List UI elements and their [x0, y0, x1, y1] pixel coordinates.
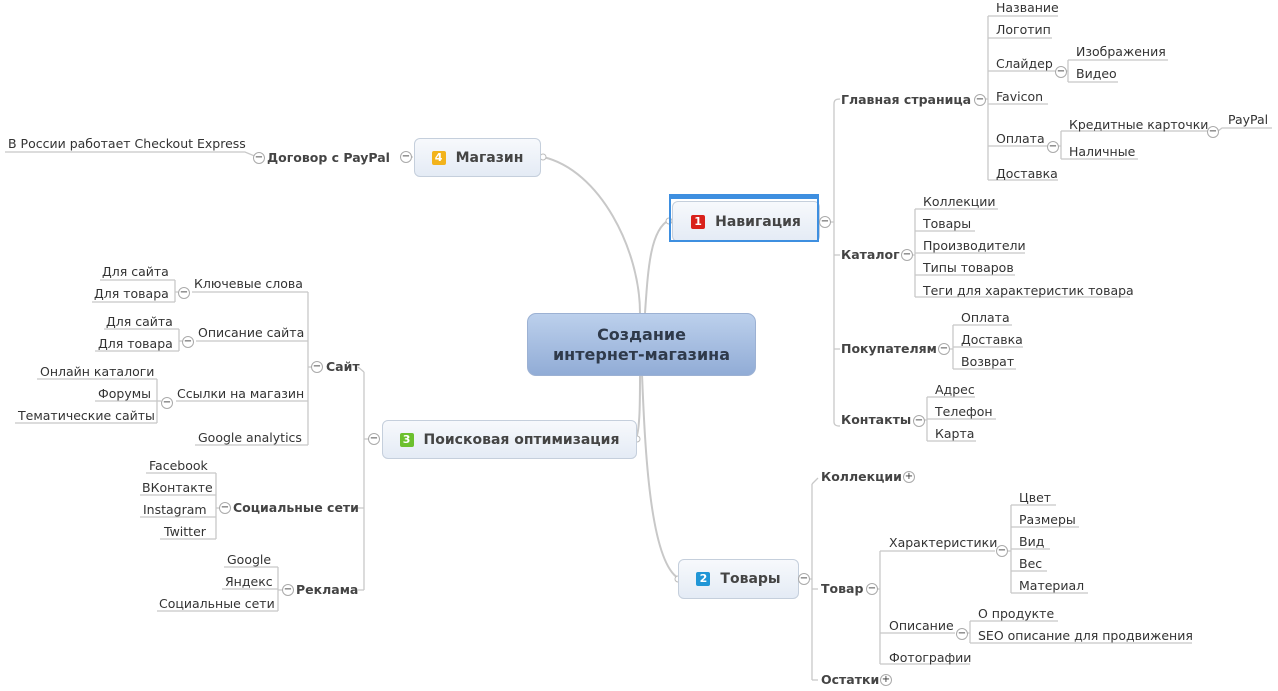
collapse-keywords-toggle[interactable]: − — [178, 287, 190, 299]
node-name[interactable]: Название — [996, 0, 1059, 16]
node-delivery[interactable]: Доставка — [996, 166, 1058, 182]
priority-4-icon: 4 — [431, 150, 446, 165]
node-logo[interactable]: Логотип — [996, 22, 1051, 38]
node-tags[interactable]: Теги для характеристик товара — [923, 283, 1134, 299]
node-characteristics[interactable]: Характеристики — [889, 535, 997, 551]
node-google-analytics[interactable]: Google analytics — [198, 430, 302, 446]
node-vkontakte[interactable]: ВКонтакте — [142, 480, 213, 496]
subtopic-social[interactable]: Социальные сети — [233, 500, 359, 516]
node-about-product[interactable]: О продукте — [978, 606, 1054, 622]
node-description-product[interactable]: Для товара — [98, 336, 173, 352]
node-checkout-express[interactable]: В России работает Checkout Express — [8, 136, 246, 152]
selection-handle-bar[interactable] — [669, 194, 819, 199]
node-description[interactable]: Описание — [889, 618, 954, 634]
central-topic[interactable]: Создание интернет-магазина — [527, 313, 756, 376]
node-sizes[interactable]: Размеры — [1019, 512, 1076, 528]
collapse-main-page-toggle[interactable]: − — [974, 94, 986, 106]
node-facebook[interactable]: Facebook — [149, 458, 208, 474]
node-returns[interactable]: Возврат — [961, 354, 1014, 370]
topic-shop-label: Магазин — [455, 149, 524, 166]
subtopic-goods-collections[interactable]: Коллекции — [821, 469, 902, 485]
subtopic-main-page[interactable]: Главная страница — [841, 92, 971, 108]
expand-collections-toggle[interactable]: + — [903, 471, 915, 483]
collapse-description-toggle[interactable]: − — [956, 628, 968, 640]
node-forums[interactable]: Форумы — [98, 386, 151, 402]
subtopic-item[interactable]: Товар — [821, 581, 863, 597]
node-links[interactable]: Ссылки на магазин — [177, 386, 304, 402]
node-manufacturers[interactable]: Производители — [923, 238, 1026, 254]
collapse-navigation-toggle[interactable]: − — [819, 216, 831, 228]
node-keywords[interactable]: Ключевые слова — [194, 276, 303, 292]
node-photos[interactable]: Фотографии — [889, 650, 971, 666]
node-images[interactable]: Изображения — [1076, 44, 1166, 60]
node-keywords-site[interactable]: Для сайта — [102, 264, 169, 280]
collapse-seo-toggle[interactable]: − — [368, 433, 380, 445]
topic-seo-label: Поисковая оптимизация — [423, 431, 620, 448]
node-twitter[interactable]: Twitter — [164, 524, 206, 540]
subtopic-site[interactable]: Сайт — [326, 359, 360, 375]
subtopic-buyers[interactable]: Покупателям — [841, 341, 937, 357]
node-material[interactable]: Материал — [1019, 578, 1084, 594]
expand-stock-toggle[interactable]: + — [880, 674, 892, 686]
collapse-item-toggle[interactable]: − — [866, 583, 878, 595]
topic-shop[interactable]: 4 Магазин — [414, 138, 541, 177]
subtopic-ads[interactable]: Реклама — [296, 582, 358, 598]
node-online-catalogs[interactable]: Онлайн каталоги — [40, 364, 154, 380]
topic-seo[interactable]: 3 Поисковая оптимизация — [382, 420, 637, 459]
collapse-slider-toggle[interactable]: − — [1055, 66, 1067, 78]
node-credit-cards[interactable]: Кредитные карточки — [1069, 117, 1208, 133]
node-color[interactable]: Цвет — [1019, 490, 1051, 506]
node-description-site[interactable]: Для сайта — [106, 314, 173, 330]
collapse-contacts-toggle[interactable]: − — [913, 415, 925, 427]
node-keywords-product[interactable]: Для товара — [94, 286, 169, 302]
collapse-site-toggle[interactable]: − — [311, 361, 323, 373]
node-instagram[interactable]: Instagram — [143, 502, 207, 518]
node-ads-yandex[interactable]: Яндекс — [225, 574, 273, 590]
node-map[interactable]: Карта — [935, 426, 974, 442]
collapse-buyers-toggle[interactable]: − — [938, 343, 950, 355]
node-buyers-payment[interactable]: Оплата — [961, 310, 1010, 326]
node-collections[interactable]: Коллекции — [923, 194, 996, 210]
collapse-catalog-toggle[interactable]: − — [901, 249, 913, 261]
node-products[interactable]: Товары — [923, 216, 971, 232]
selection-frame — [669, 194, 819, 242]
node-phone[interactable]: Телефон — [935, 404, 993, 420]
collapse-credit-cards-toggle[interactable]: − — [1207, 126, 1219, 138]
node-site-description[interactable]: Описание сайта — [198, 325, 304, 341]
subtopic-contacts[interactable]: Контакты — [841, 412, 911, 428]
node-payment[interactable]: Оплата — [996, 131, 1045, 147]
node-product-types[interactable]: Типы товаров — [923, 260, 1014, 276]
subtopic-stock[interactable]: Остатки — [821, 672, 879, 688]
node-type[interactable]: Вид — [1019, 534, 1044, 550]
node-ads-google[interactable]: Google — [227, 552, 271, 568]
node-favicon[interactable]: Favicon — [996, 89, 1043, 105]
topic-goods-label: Товары — [720, 571, 781, 587]
priority-2-icon: 2 — [696, 572, 711, 586]
node-weight[interactable]: Вес — [1019, 556, 1042, 572]
collapse-ads-toggle[interactable]: − — [282, 584, 294, 596]
priority-3-icon: 3 — [399, 432, 414, 447]
subtopic-catalog[interactable]: Каталог — [841, 247, 900, 263]
node-video[interactable]: Видео — [1076, 66, 1117, 82]
collapse-paypal-contract-toggle[interactable]: − — [253, 152, 265, 164]
collapse-social-toggle[interactable]: − — [219, 502, 231, 514]
collapse-payment-toggle[interactable]: − — [1047, 141, 1059, 153]
central-topic-line2: интернет-магазина — [552, 344, 731, 364]
node-thematic-sites[interactable]: Тематические сайты — [18, 408, 155, 424]
topic-goods[interactable]: 2 Товары — [678, 559, 799, 599]
central-topic-line1: Создание — [597, 324, 686, 344]
node-seo-description[interactable]: SEO описание для продвижения — [978, 628, 1193, 644]
node-cash[interactable]: Наличные — [1069, 144, 1135, 160]
node-slider[interactable]: Слайдер — [996, 56, 1053, 72]
subtopic-paypal-contract[interactable]: Договор с PayPal — [267, 150, 390, 166]
node-ads-social[interactable]: Социальные сети — [159, 596, 275, 612]
collapse-links-toggle[interactable]: − — [161, 397, 173, 409]
collapse-shop-toggle[interactable]: − — [400, 151, 412, 163]
node-paypal[interactable]: PayPal — [1228, 112, 1268, 128]
node-buyers-delivery[interactable]: Доставка — [961, 332, 1023, 348]
node-address[interactable]: Адрес — [935, 382, 975, 398]
collapse-goods-toggle[interactable]: − — [798, 573, 810, 585]
collapse-site-description-toggle[interactable]: − — [182, 336, 194, 348]
collapse-characteristics-toggle[interactable]: − — [996, 545, 1008, 557]
